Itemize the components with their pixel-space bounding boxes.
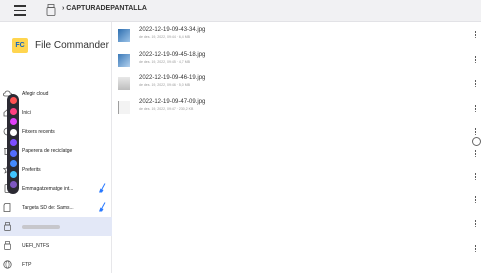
- ftp-globe-icon: [3, 260, 12, 269]
- file-name: 2022-12-19-09-43-34.jpg: [139, 27, 206, 33]
- sidebar-item-usb-drive[interactable]: [0, 217, 112, 236]
- more-options-icon[interactable]: [474, 173, 477, 182]
- image-thumbnail: [118, 77, 130, 90]
- image-thumbnail: [118, 101, 130, 114]
- sidebar-item-ftp[interactable]: FTP: [0, 255, 112, 273]
- scroll-handle[interactable]: [472, 137, 481, 146]
- file-row[interactable]: 2022-12-19-09-45-18.jpg de des. 19, 2022…: [118, 52, 473, 70]
- file-meta: de des. 19, 2022, 09:44 · 6,4 MB: [139, 35, 190, 39]
- more-options-icon[interactable]: [474, 105, 477, 114]
- dock-app-icon[interactable]: [9, 160, 17, 167]
- sidebar-item-label: Emmagatzematge int...: [22, 185, 74, 192]
- sd-card-icon: [3, 203, 11, 212]
- breadcrumb-folder[interactable]: CAPTURADEPANTALLA: [66, 5, 147, 12]
- file-name: 2022-12-19-09-47-09.jpg: [139, 99, 206, 105]
- dock-app-icon[interactable]: [9, 181, 17, 188]
- app-brand: FC File Commander: [12, 38, 109, 53]
- file-row[interactable]: 2022-12-19-09-43-34.jpg de des. 19, 2022…: [118, 27, 473, 45]
- more-options-icon[interactable]: [474, 150, 477, 159]
- app-name: File Commander: [35, 40, 109, 51]
- usb-drive-icon[interactable]: [46, 4, 56, 16]
- dock-app-icon[interactable]: [9, 128, 17, 136]
- file-list: 2022-12-19-09-43-34.jpg de des. 19, 2022…: [113, 22, 481, 273]
- dock-app-icon[interactable]: [9, 139, 17, 146]
- file-meta: de des. 19, 2022, 09:47 · 230,2 KB: [139, 107, 194, 111]
- more-options-icon[interactable]: [474, 196, 477, 205]
- image-thumbnail: [118, 29, 130, 42]
- more-options-icon[interactable]: [474, 220, 477, 229]
- more-options-icon[interactable]: [474, 245, 477, 254]
- sidebar-item-label: UEFI_NTFS: [22, 242, 50, 249]
- dock-app-icon[interactable]: [9, 97, 17, 104]
- sidebar-item-label: Targeta SD de: Sams...: [22, 204, 74, 211]
- clean-brush-icon[interactable]: [98, 183, 107, 193]
- sidebar-item-label: Paperera de reciclatge: [22, 147, 73, 154]
- dock-app-icon[interactable]: [9, 170, 17, 178]
- clean-brush-icon[interactable]: [98, 202, 107, 212]
- breadcrumb[interactable]: › CAPTURADEPANTALLA: [62, 5, 147, 12]
- sidebar-item-label: Preferits: [22, 166, 41, 173]
- sidebar-item-uefi-ntfs[interactable]: UEFI_NTFS: [0, 236, 112, 255]
- app-logo: FC: [12, 38, 28, 53]
- top-app-bar: › CAPTURADEPANTALLA: [0, 0, 481, 22]
- sidebar-item-label-redacted: [22, 224, 60, 229]
- file-name: 2022-12-19-09-46-19.jpg: [139, 75, 206, 81]
- dock-app-icon[interactable]: [9, 107, 17, 115]
- dock-app-icon[interactable]: [9, 118, 17, 125]
- more-options-icon[interactable]: [474, 31, 477, 40]
- more-options-icon[interactable]: [474, 128, 477, 137]
- hamburger-menu-icon[interactable]: [14, 5, 26, 17]
- file-meta: de des. 19, 2022, 09:45 · 4,7 MB: [139, 60, 190, 64]
- usb-icon: [4, 241, 11, 250]
- dock-app-icon[interactable]: [9, 149, 17, 157]
- file-row[interactable]: 2022-12-19-09-47-09.jpg de des. 19, 2022…: [118, 99, 473, 117]
- file-meta: de des. 19, 2022, 09:46 · 5,0 MB: [139, 83, 190, 87]
- floating-app-dock[interactable]: [7, 94, 19, 194]
- sidebar-item-sd-card[interactable]: Targeta SD de: Sams...: [0, 198, 112, 217]
- sidebar-item-label: Fitxers recents: [22, 128, 55, 135]
- image-thumbnail: [118, 54, 130, 67]
- more-options-icon[interactable]: [474, 56, 477, 65]
- more-options-icon[interactable]: [474, 80, 477, 89]
- sidebar-item-label: Inici: [22, 109, 31, 116]
- usb-icon: [4, 222, 11, 231]
- file-row[interactable]: 2022-12-19-09-46-19.jpg de des. 19, 2022…: [118, 75, 473, 93]
- file-name: 2022-12-19-09-45-18.jpg: [139, 52, 206, 58]
- sidebar-item-label: FTP: [22, 261, 32, 268]
- sidebar-item-label: Afegir cloud: [22, 90, 49, 97]
